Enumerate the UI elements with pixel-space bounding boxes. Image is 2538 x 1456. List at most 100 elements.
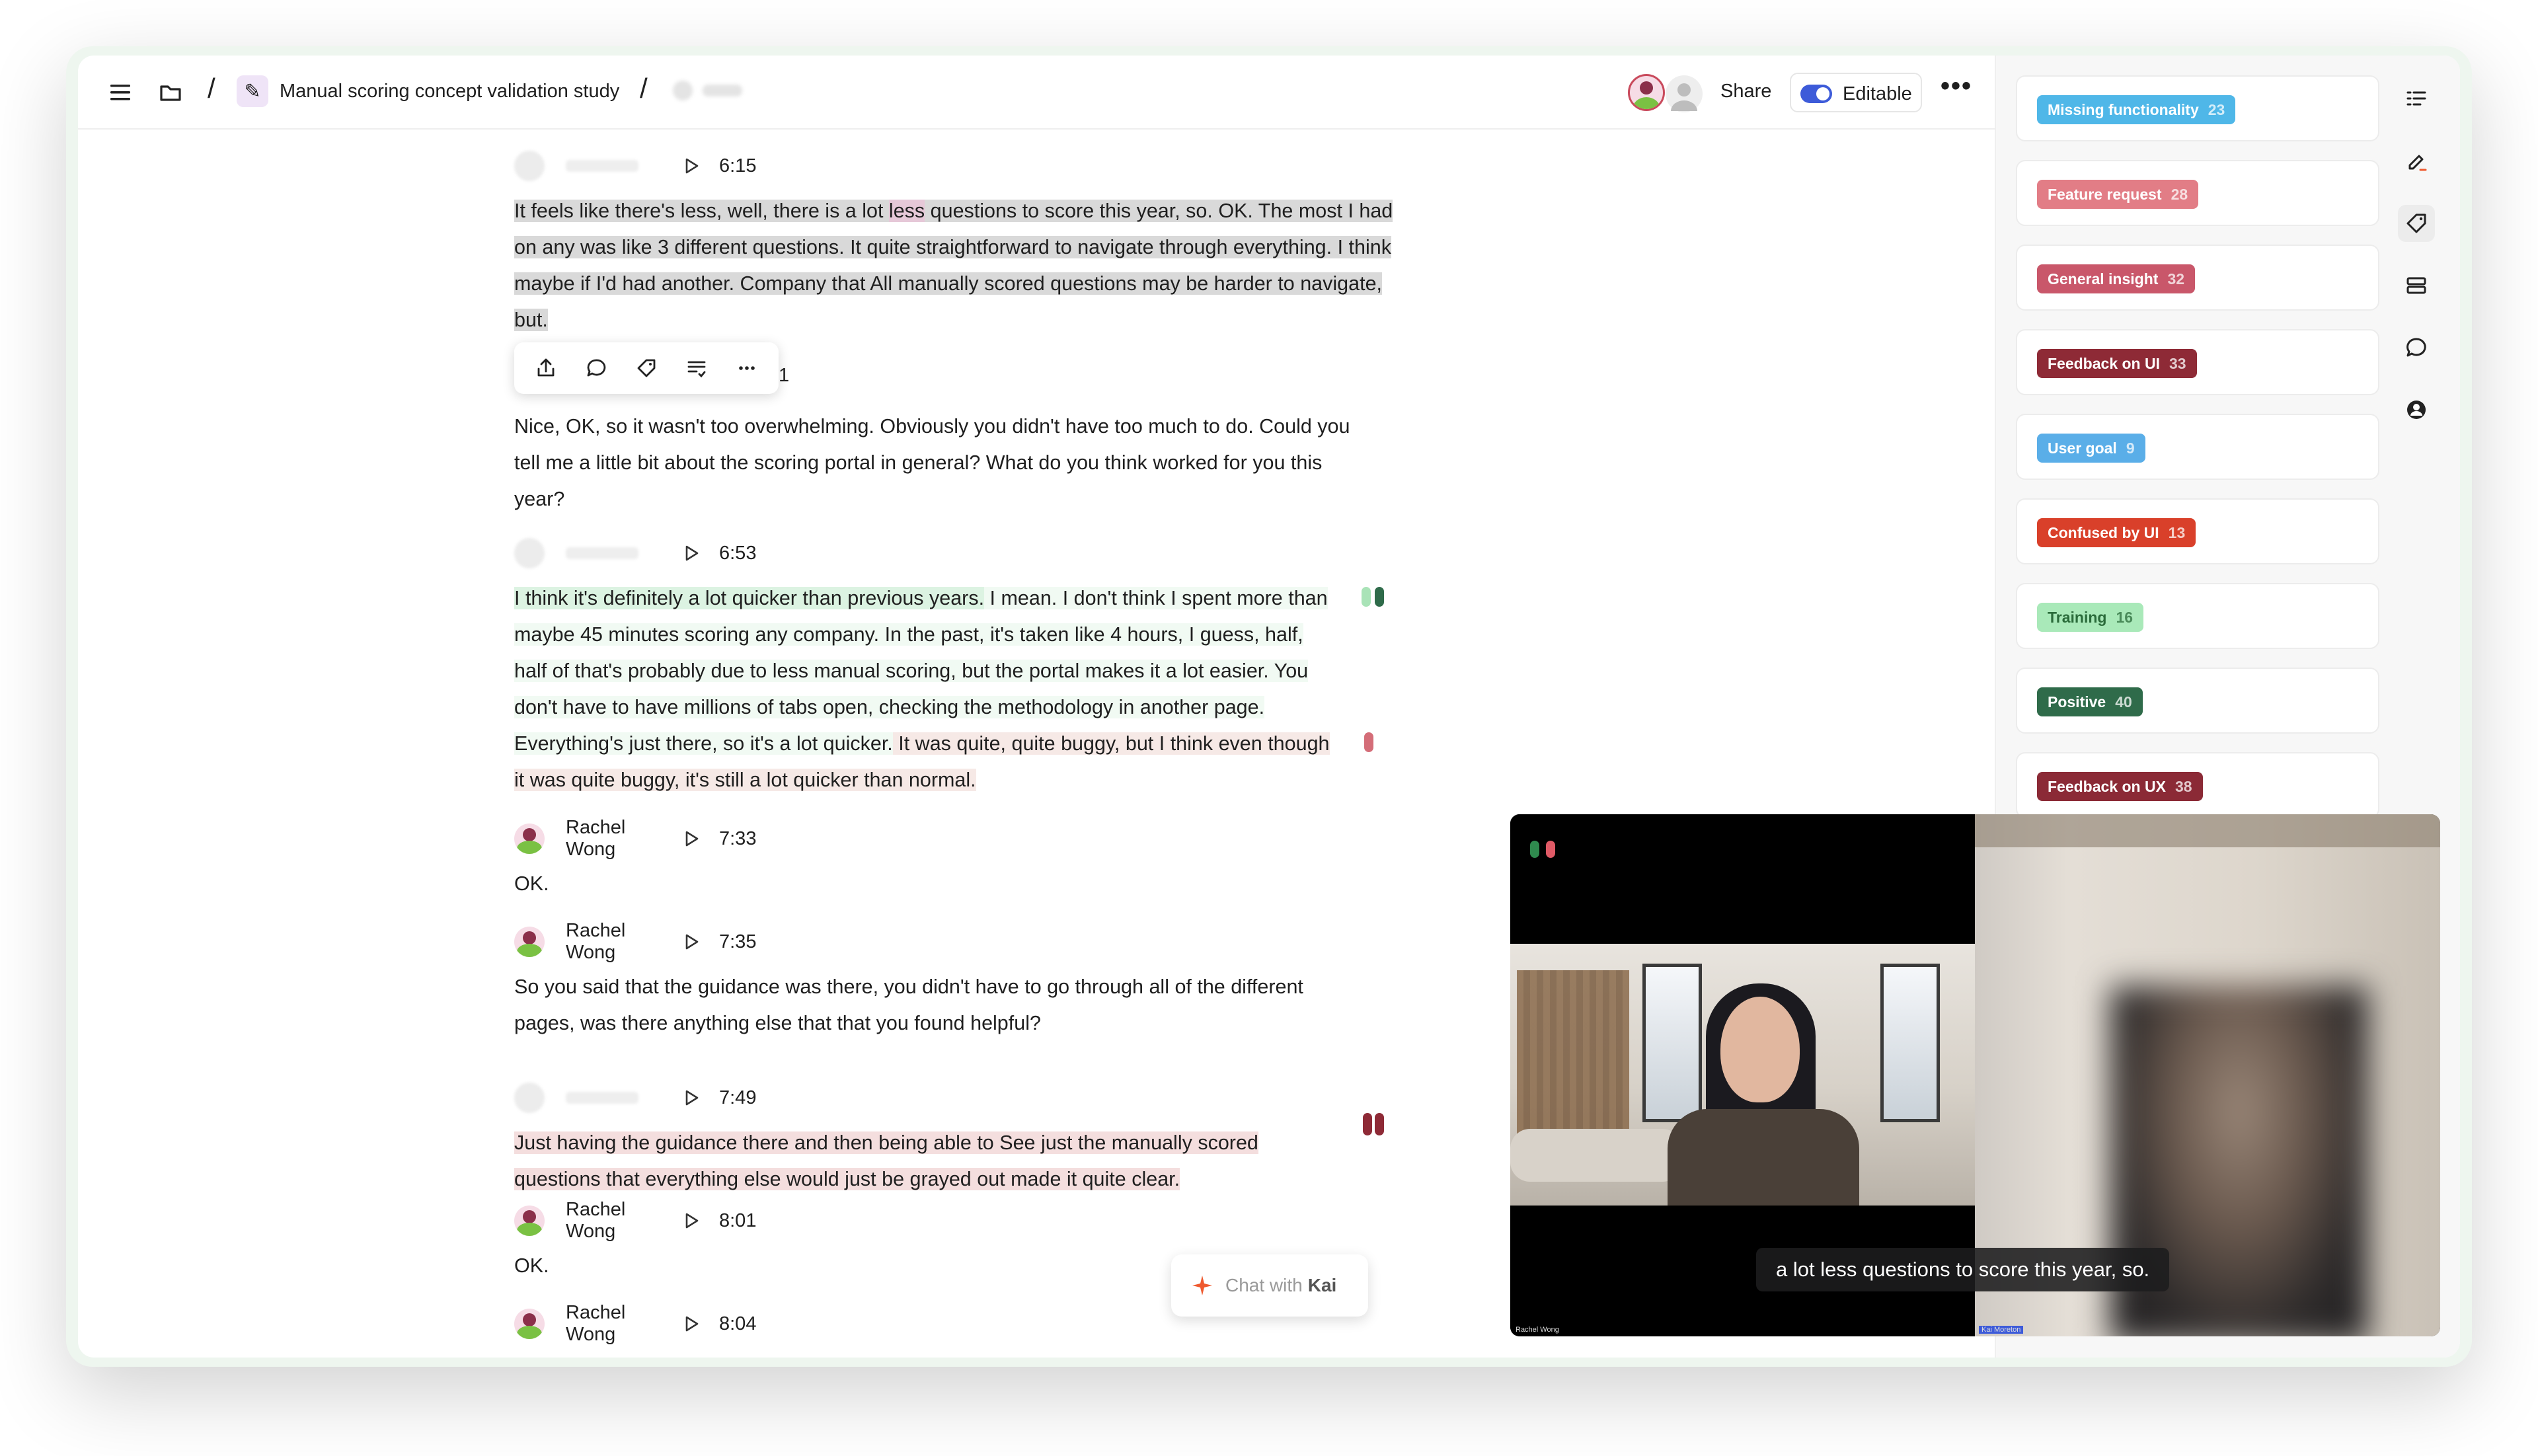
timestamp[interactable]: 7:35 bbox=[719, 931, 756, 953]
timestamp[interactable]: 8:01 bbox=[719, 1210, 756, 1232]
play-icon[interactable] bbox=[685, 1316, 701, 1332]
cards-icon[interactable] bbox=[2398, 267, 2435, 304]
play-icon[interactable] bbox=[685, 831, 701, 847]
speaker-name: Rachel Wong bbox=[566, 1199, 626, 1242]
transcript-text[interactable]: I think it's definitely a lot quicker th… bbox=[514, 580, 1340, 798]
play-icon[interactable] bbox=[685, 1090, 701, 1106]
highlight-segment[interactable]: Just having the guidance there and then … bbox=[514, 1131, 1258, 1190]
breadcrumb-separator: / bbox=[208, 73, 215, 104]
transcript-text[interactable]: OK. bbox=[514, 1248, 549, 1284]
tile-label: Rachel Wong bbox=[1516, 1326, 1559, 1334]
timestamp[interactable]: 7:49 bbox=[719, 1087, 756, 1109]
transcript-text[interactable]: OK. bbox=[514, 866, 549, 902]
sparkle-icon bbox=[1192, 1276, 1212, 1295]
editable-label: Editable bbox=[1843, 83, 1912, 104]
list-icon[interactable] bbox=[2398, 81, 2435, 118]
pencil-icon: ✎ bbox=[237, 75, 268, 107]
chat-prefix: Chat with bbox=[1225, 1275, 1303, 1295]
share-icon[interactable] bbox=[529, 351, 563, 385]
highlight-marker[interactable] bbox=[1362, 587, 1371, 607]
avatar bbox=[514, 824, 545, 854]
selected-word[interactable]: less bbox=[888, 200, 925, 222]
transcript-text[interactable]: Just having the guidance there and then … bbox=[514, 1125, 1327, 1198]
play-icon[interactable] bbox=[685, 1213, 701, 1229]
highlight-segment[interactable]: I mean. I don't think I spent more than … bbox=[514, 587, 1328, 755]
tag-card[interactable]: Feedback on UX 38 bbox=[2016, 752, 2379, 818]
highlight-segment[interactable]: I think it's definitely a lot quicker th… bbox=[514, 587, 985, 609]
tag-card[interactable]: Missing functionality 23 bbox=[2016, 75, 2379, 141]
blurred-name bbox=[566, 547, 638, 559]
play-icon[interactable] bbox=[685, 934, 701, 950]
speaker-name: Rachel Wong bbox=[566, 817, 626, 860]
comment-icon[interactable] bbox=[579, 351, 613, 385]
selection-toolbar bbox=[514, 342, 779, 394]
speaker-row: 6:15 bbox=[514, 149, 756, 182]
avatar bbox=[514, 927, 545, 957]
blurred-avatar bbox=[514, 1083, 545, 1113]
more-icon[interactable] bbox=[730, 351, 764, 385]
blurred-name bbox=[566, 160, 638, 172]
highlight-marker[interactable] bbox=[1363, 1113, 1372, 1135]
participant-video bbox=[1510, 944, 1975, 1206]
timestamp[interactable]: 7:33 bbox=[719, 828, 756, 850]
tag-chip[interactable]: Positive 40 bbox=[2037, 687, 2143, 716]
play-icon[interactable] bbox=[685, 545, 701, 561]
tag-chip[interactable]: Missing functionality 23 bbox=[2037, 95, 2236, 124]
tag-card[interactable]: Feature request 28 bbox=[2016, 160, 2379, 226]
tag-card[interactable]: Positive 40 bbox=[2016, 668, 2379, 734]
tag-chip[interactable]: Feedback on UX 38 bbox=[2037, 772, 2203, 801]
tag-card[interactable]: Training 16 bbox=[2016, 583, 2379, 649]
timestamp[interactable]: 1 bbox=[779, 365, 789, 387]
tag-chip[interactable]: Confused by UI 13 bbox=[2037, 518, 2196, 547]
speaker-row: 6:53 bbox=[514, 537, 756, 570]
transcript-text[interactable]: It feels like there's less, well, there … bbox=[514, 193, 1413, 338]
highlight-marker[interactable] bbox=[1375, 1113, 1384, 1135]
chat-name: Kai bbox=[1307, 1275, 1337, 1295]
avatar[interactable] bbox=[1666, 75, 1703, 112]
chat-with-kai-button[interactable]: Chat with Kai bbox=[1171, 1254, 1368, 1317]
avatar[interactable] bbox=[1628, 74, 1665, 111]
more-icon[interactable]: ••• bbox=[1941, 71, 1972, 101]
user-icon[interactable] bbox=[2398, 391, 2435, 428]
timestamp[interactable]: 8:04 bbox=[719, 1313, 756, 1335]
speaker-row: 7:49 bbox=[514, 1081, 756, 1114]
tag-card[interactable]: General insight 32 bbox=[2016, 245, 2379, 311]
folder-icon[interactable] bbox=[155, 77, 186, 108]
tag-chip[interactable]: Feedback on UI 33 bbox=[2037, 349, 2197, 378]
avatar bbox=[514, 1206, 545, 1236]
blurred-name bbox=[566, 1092, 638, 1104]
speaker-row: Rachel Wong 7:35 bbox=[514, 920, 756, 963]
share-button[interactable]: Share bbox=[1720, 81, 1771, 102]
timestamp[interactable]: 6:15 bbox=[719, 155, 756, 177]
play-icon[interactable] bbox=[685, 158, 701, 174]
tag-icon[interactable] bbox=[2398, 205, 2435, 242]
transcript-text[interactable]: So you said that the guidance was there,… bbox=[514, 969, 1321, 1042]
timestamp[interactable]: 6:53 bbox=[719, 543, 756, 564]
comment-icon[interactable] bbox=[2398, 329, 2435, 366]
tag-card[interactable]: Feedback on UI 33 bbox=[2016, 329, 2379, 395]
highlight-segment[interactable]: It feels like there's less, well, there … bbox=[514, 200, 889, 222]
tag-card[interactable]: User goal 9 bbox=[2016, 414, 2379, 480]
toggle-switch[interactable] bbox=[1800, 85, 1832, 103]
tag-chip[interactable]: Feature request 28 bbox=[2037, 180, 2199, 209]
transcript-text[interactable]: Nice, OK, so it wasn't too overwhelming.… bbox=[514, 408, 1360, 517]
speaker-row: Rachel Wong 8:01 bbox=[514, 1199, 756, 1242]
video-player[interactable]: Rachel Wong Kai Moreton a lot less quest… bbox=[1510, 814, 2440, 1336]
speaker-name: Rachel Wong bbox=[566, 1302, 626, 1345]
tag-icon[interactable] bbox=[629, 351, 664, 385]
recording-indicator bbox=[1530, 841, 1562, 861]
doc-title[interactable]: Manual scoring concept validation study bbox=[280, 81, 619, 102]
tag-chip[interactable]: User goal 9 bbox=[2037, 434, 2145, 463]
menu-icon[interactable] bbox=[104, 77, 136, 108]
tag-chip[interactable]: Training 16 bbox=[2037, 603, 2144, 632]
highlighter-icon[interactable] bbox=[2398, 143, 2435, 180]
app-window: / ✎ Manual scoring concept validation st… bbox=[78, 56, 2460, 1358]
highlight-marker[interactable] bbox=[1364, 732, 1373, 752]
editable-toggle[interactable]: Editable bbox=[1790, 73, 1922, 112]
video-caption: a lot less questions to score this year,… bbox=[1756, 1248, 2170, 1291]
highlight-marker[interactable] bbox=[1375, 587, 1384, 607]
tag-card[interactable]: Confused by UI 13 bbox=[2016, 498, 2379, 564]
top-bar: / ✎ Manual scoring concept validation st… bbox=[78, 56, 1995, 130]
highlight-list-icon[interactable] bbox=[679, 351, 714, 385]
tag-chip[interactable]: General insight 32 bbox=[2037, 264, 2196, 293]
